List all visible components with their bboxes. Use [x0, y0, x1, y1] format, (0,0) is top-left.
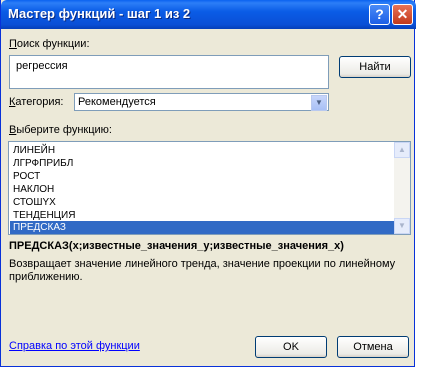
chevron-down-icon[interactable]: ▼ [311, 95, 327, 111]
function-list[interactable]: ЛИНЕЙН ЛГРФПРИБЛ РОСТ НАКЛОН СТОШYX ТЕНД… [8, 141, 411, 235]
search-input[interactable]: регрессия [9, 55, 329, 89]
search-label: Поиск функции: [9, 38, 90, 50]
category-label: Категория: [9, 96, 64, 108]
title-bar[interactable]: Мастер функций - шаг 1 из 2 ? ✕ [1, 0, 416, 29]
ok-button[interactable]: OK [255, 336, 327, 358]
list-item-selected[interactable]: ПРЕДСКАЗ [10, 221, 396, 234]
list-item[interactable]: ЛГРФПРИБЛ [13, 157, 73, 170]
window-title: Мастер функций - шаг 1 из 2 [8, 6, 191, 21]
list-item[interactable]: РОСТ [13, 170, 40, 183]
category-select[interactable]: Рекомендуется ▼ [74, 93, 329, 111]
help-button[interactable]: ? [369, 4, 390, 25]
scroll-up-icon[interactable]: ▲ [394, 142, 410, 158]
function-signature: ПРЕДСКАЗ(x;известные_значения_y;известны… [9, 240, 344, 252]
search-label-text: Поиск функции: [9, 38, 90, 50]
list-item[interactable]: СТОШYX [13, 196, 56, 209]
function-help-link[interactable]: Справка по этой функции [9, 340, 140, 352]
search-input-value: регрессия [16, 60, 68, 72]
find-button[interactable]: Найти [339, 56, 411, 78]
function-description: Возвращает значение линейного тренда, зн… [9, 258, 396, 283]
function-wizard-dialog: Мастер функций - шаг 1 из 2 ? ✕ Поиск фу… [0, 0, 416, 367]
category-selected-value: Рекомендуется [78, 96, 156, 108]
list-scrollbar[interactable]: ▲ ▼ [394, 142, 410, 234]
list-item[interactable]: ЛИНЕЙН [13, 144, 55, 157]
scroll-down-icon[interactable]: ▼ [394, 218, 410, 234]
cancel-button[interactable]: Отмена [337, 336, 409, 358]
close-button[interactable]: ✕ [392, 4, 413, 25]
function-list-label: Выберите функцию: [9, 124, 112, 136]
list-item[interactable]: НАКЛОН [13, 183, 54, 196]
